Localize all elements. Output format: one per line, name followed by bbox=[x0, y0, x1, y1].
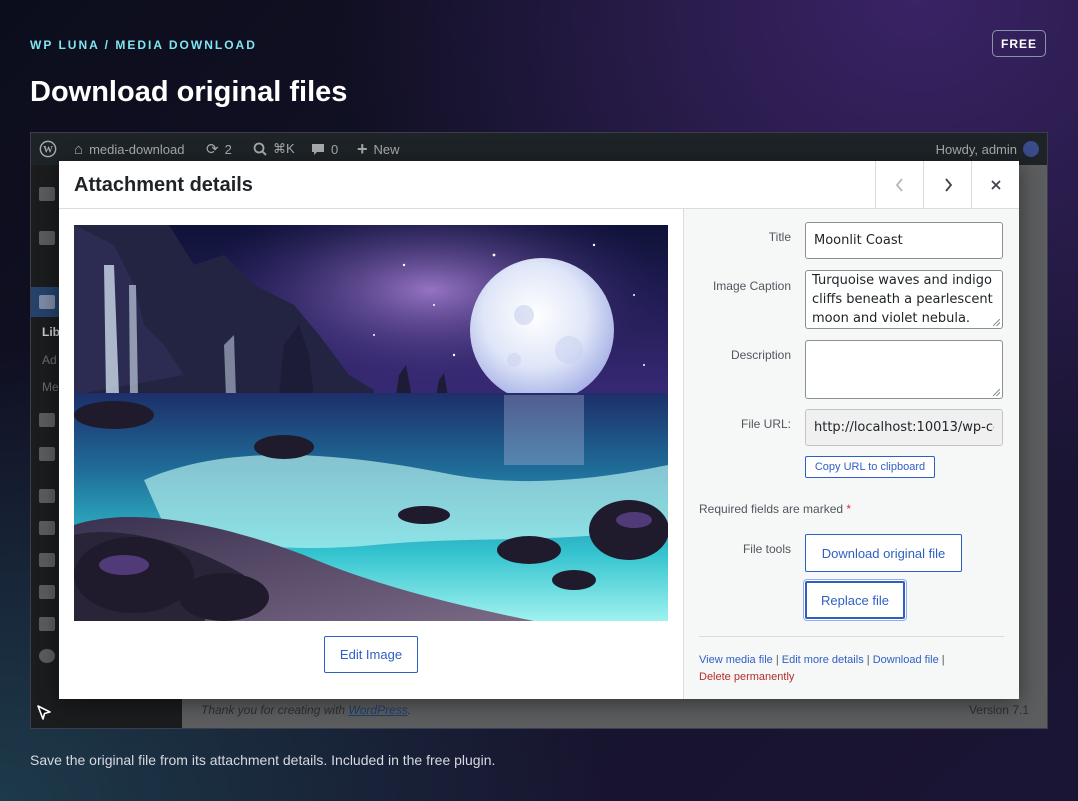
chevron-left-icon bbox=[895, 177, 903, 192]
required-fields-note: Required fields are marked * bbox=[699, 502, 851, 516]
file-url-label: File URL: bbox=[740, 417, 791, 431]
edit-image-button[interactable]: Edit Image bbox=[324, 636, 418, 673]
plus-icon: + bbox=[357, 138, 368, 159]
pin-icon[interactable] bbox=[39, 231, 55, 245]
close-button[interactable] bbox=[971, 161, 1019, 208]
file-url-input[interactable] bbox=[805, 409, 1003, 446]
comments-menu-icon[interactable] bbox=[39, 447, 55, 461]
copy-url-button[interactable]: Copy URL to clipboard bbox=[805, 456, 935, 478]
comments-count: 0 bbox=[331, 141, 339, 157]
caption-textarea[interactable]: Turquoise waves and indigo cliffs beneat… bbox=[805, 270, 1003, 329]
title-input[interactable] bbox=[805, 222, 1003, 259]
wp-version: Version 7.1 bbox=[968, 703, 1029, 717]
users-icon[interactable] bbox=[39, 553, 55, 567]
comment-icon bbox=[312, 143, 324, 155]
caption-label: Image Caption bbox=[712, 279, 791, 293]
dashboard-icon[interactable] bbox=[39, 187, 55, 201]
edit-more-details-link[interactable]: Edit more details bbox=[782, 654, 864, 666]
resize-handle-icon[interactable] bbox=[993, 319, 1000, 326]
modal-title: Attachment details bbox=[74, 174, 253, 196]
required-star: * bbox=[846, 502, 852, 516]
footer-caption: Save the original file from its attachme… bbox=[30, 752, 496, 768]
close-icon bbox=[991, 179, 1001, 190]
description-textarea[interactable] bbox=[805, 340, 1003, 399]
sidebar-item-library[interactable]: Lib bbox=[42, 325, 60, 339]
attachment-actions: View media file | Edit more details | Do… bbox=[699, 652, 1009, 686]
download-original-file-button[interactable]: Download original file bbox=[805, 534, 962, 572]
previous-button[interactable] bbox=[875, 161, 924, 208]
settings-icon[interactable] bbox=[39, 617, 55, 631]
search-icon bbox=[253, 142, 267, 156]
home-icon: ⌂ bbox=[74, 140, 84, 158]
wp-footer-thanks: Thank you for creating with WordPress. bbox=[201, 703, 411, 717]
search-shortcut: ⌘K bbox=[273, 141, 295, 156]
attachment-image bbox=[74, 225, 668, 621]
file-tools-label: File tools bbox=[742, 542, 791, 556]
free-badge: FREE bbox=[992, 30, 1046, 57]
pages-icon[interactable] bbox=[39, 413, 55, 427]
link-separator: | bbox=[775, 654, 779, 666]
appearance-icon[interactable] bbox=[39, 489, 55, 503]
wordpress-logo-icon[interactable]: W bbox=[39, 133, 57, 165]
greeting-text: Howdy, admin bbox=[935, 141, 1017, 157]
replace-file-button[interactable]: Replace file bbox=[805, 581, 905, 619]
view-media-file-link[interactable]: View media file bbox=[699, 654, 773, 666]
wordpress-link[interactable]: WordPress bbox=[348, 703, 407, 717]
plugins-icon[interactable] bbox=[39, 521, 55, 535]
page-title: Download original files bbox=[30, 76, 348, 108]
attachment-details-modal: Attachment details Edit Image Title Moon… bbox=[59, 161, 1019, 699]
modal-header: Attachment details bbox=[59, 161, 1019, 209]
avatar bbox=[1023, 141, 1039, 157]
new-label: New bbox=[373, 141, 400, 157]
footer-thanks-text: Thank you for creating with bbox=[201, 703, 346, 717]
eyebrow-label: WP LUNA / MEDIA DOWNLOAD bbox=[30, 38, 257, 52]
link-separator: | bbox=[866, 654, 870, 666]
download-file-link[interactable]: Download file bbox=[873, 654, 939, 666]
link-separator: | bbox=[941, 654, 945, 666]
site-name: media-download bbox=[89, 141, 185, 157]
tools-icon[interactable] bbox=[39, 585, 55, 599]
cursor-icon bbox=[37, 705, 51, 720]
sidebar-item-add[interactable]: Ad bbox=[42, 353, 57, 367]
sidebar-item-media[interactable]: Me bbox=[42, 380, 59, 394]
collapse-icon[interactable] bbox=[39, 649, 55, 663]
description-label: Description bbox=[730, 348, 791, 362]
caption-text: Turquoise waves and indigo cliffs beneat… bbox=[812, 273, 993, 326]
attachment-media-view: Edit Image bbox=[59, 209, 683, 699]
delete-permanently-link[interactable]: Delete permanently bbox=[699, 671, 794, 683]
divider bbox=[699, 636, 1004, 637]
chevron-right-icon bbox=[945, 177, 953, 192]
resize-handle-icon[interactable] bbox=[993, 389, 1000, 396]
footer-period: . bbox=[407, 703, 412, 717]
required-text: Required fields are marked bbox=[699, 502, 844, 516]
updates-count: 2 bbox=[224, 141, 232, 157]
refresh-icon: ⟳ bbox=[206, 141, 219, 158]
attachment-info-panel: Title Image Caption Turquoise waves and … bbox=[683, 209, 1019, 699]
media-icon[interactable] bbox=[39, 295, 55, 309]
next-button[interactable] bbox=[923, 161, 972, 208]
title-label: Title bbox=[768, 230, 791, 244]
svg-text:W: W bbox=[43, 145, 53, 156]
